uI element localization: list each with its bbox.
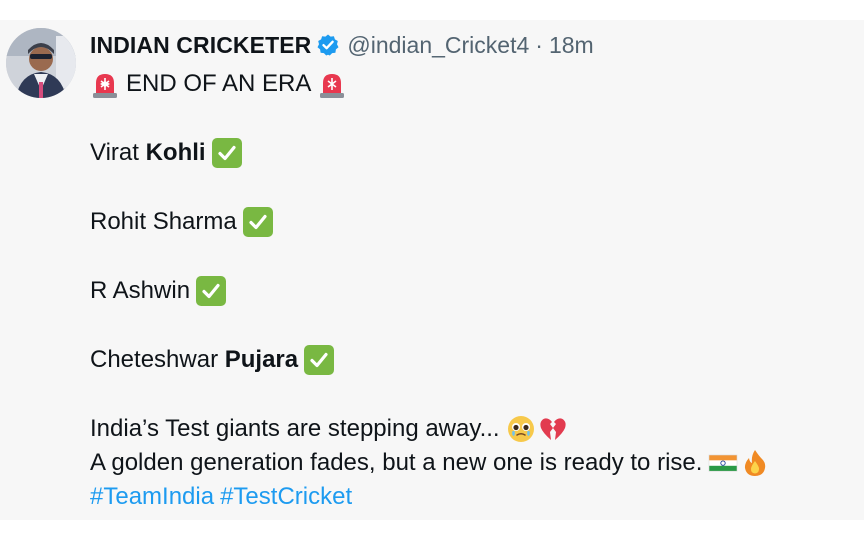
player-name: Rohit Sharma — [90, 208, 237, 235]
player-last-name: Pujara — [224, 346, 299, 373]
tweet-card[interactable]: INDIAN CRICKETER @indian_Cricket4 · 18m … — [0, 20, 864, 520]
check-mark-button-emoji — [242, 207, 273, 237]
player-first-name: Cheteshwar — [90, 346, 225, 373]
pleading-face-emoji — [506, 414, 536, 444]
player-last-name: Kohli — [145, 139, 206, 166]
closing-line: India’s Test giants are stepping away... — [90, 412, 860, 446]
verified-badge-icon — [316, 33, 340, 57]
player-line: Rohit Sharma — [90, 205, 860, 239]
hashtag-link[interactable]: #TeamIndia — [90, 480, 214, 514]
headline-line: END OF AN ERA — [90, 67, 860, 101]
avatar[interactable] — [6, 28, 76, 98]
broken-heart-emoji — [538, 414, 568, 444]
author-name[interactable]: INDIAN CRICKETER — [90, 32, 311, 59]
player-first-name: Virat — [90, 139, 146, 166]
police-car-light-emoji — [317, 69, 347, 99]
check-mark-button-emoji — [304, 345, 335, 375]
hashtag-link[interactable]: #TestCricket — [220, 480, 352, 514]
fire-emoji — [740, 448, 770, 478]
player-name: R Ashwin — [90, 277, 191, 304]
india-flag-emoji — [708, 448, 738, 478]
separator-dot: · — [535, 31, 543, 58]
player-line: Virat Kohli — [90, 136, 860, 170]
tweet-header: INDIAN CRICKETER @indian_Cricket4 · 18m — [90, 30, 594, 60]
tweet-text: END OF AN ERA Virat Kohli Rohit Sharma R… — [90, 67, 860, 514]
check-mark-button-emoji — [196, 276, 227, 306]
hashtag-line: #TeamIndia #TestCricket — [90, 480, 860, 514]
police-car-light-emoji — [90, 69, 120, 99]
player-line: Cheteshwar Pujara — [90, 343, 860, 377]
author-handle[interactable]: @indian_Cricket4 — [347, 32, 529, 59]
closing-line: A golden generation fades, but a new one… — [90, 446, 860, 480]
headline-text: END OF AN ERA — [126, 70, 312, 97]
player-line: R Ashwin — [90, 274, 860, 308]
check-mark-button-emoji — [211, 138, 242, 168]
closing-text: India’s Test giants are stepping away... — [90, 415, 500, 442]
closing-text: A golden generation fades, but a new one… — [90, 449, 703, 476]
tweet-timestamp[interactable]: 18m — [549, 32, 594, 59]
